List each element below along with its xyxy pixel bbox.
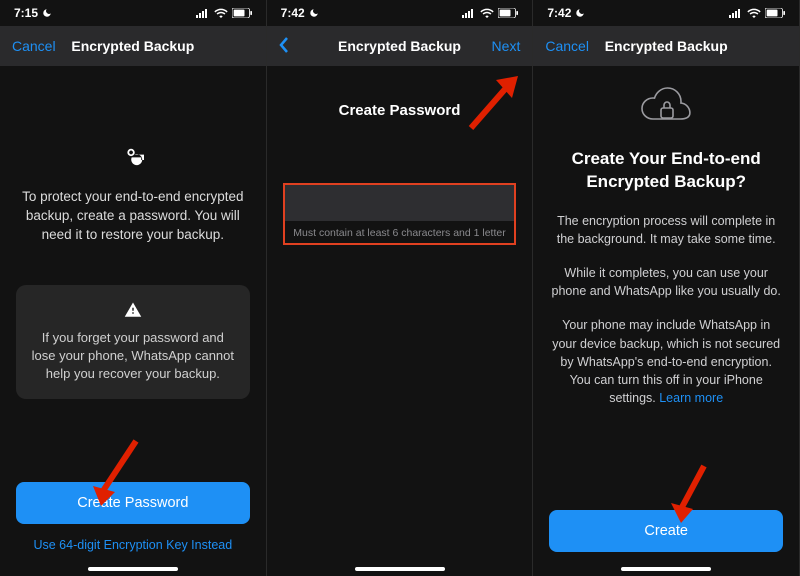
- nav-bar: Cancel Encrypted Backup: [0, 26, 266, 66]
- nav-title: Encrypted Backup: [71, 38, 194, 54]
- password-field-highlight: Must contain at least 6 characters and 1…: [283, 183, 517, 245]
- para-2: While it completes, you can use your pho…: [549, 264, 783, 300]
- screen-1: 7:15 Cancel Encrypted Backup To protect …: [0, 0, 267, 576]
- status-bar: 7:42: [533, 0, 799, 26]
- moon-icon: [42, 8, 52, 18]
- para-1: The encryption process will complete in …: [549, 212, 783, 248]
- nav-title: Encrypted Backup: [338, 38, 461, 54]
- nav-bar: Encrypted Backup Next: [267, 26, 533, 66]
- nav-bar: Cancel Encrypted Backup: [533, 26, 799, 66]
- cancel-button[interactable]: Cancel: [545, 38, 589, 54]
- home-indicator[interactable]: [355, 567, 445, 571]
- next-button[interactable]: Next: [476, 38, 520, 54]
- home-indicator[interactable]: [621, 567, 711, 571]
- back-button[interactable]: [279, 37, 323, 56]
- password-input[interactable]: [285, 185, 515, 221]
- page-heading: Create Your End-to-end Encrypted Backup?: [549, 148, 783, 194]
- key-icon: [16, 146, 250, 168]
- clock-time: 7:42: [281, 6, 305, 20]
- warning-text: If you forget your password and lose you…: [30, 329, 236, 384]
- moon-icon: [309, 8, 319, 18]
- clock-time: 7:15: [14, 6, 38, 20]
- status-bar: 7:42: [267, 0, 533, 26]
- screen-2: 7:42 Encrypted Backup Next Create Passwo…: [267, 0, 534, 576]
- home-indicator[interactable]: [88, 567, 178, 571]
- nav-title: Encrypted Backup: [605, 38, 728, 54]
- status-bar: 7:15: [0, 0, 266, 26]
- page-heading: Create Password: [283, 102, 517, 119]
- moon-icon: [575, 8, 585, 18]
- battery-icon: [765, 8, 785, 18]
- cancel-button[interactable]: Cancel: [12, 38, 56, 54]
- create-password-button[interactable]: Create Password: [16, 482, 250, 524]
- battery-icon: [498, 8, 518, 18]
- wifi-icon: [214, 8, 228, 18]
- signal-icon: [462, 8, 476, 18]
- clock-time: 7:42: [547, 6, 571, 20]
- signal-icon: [729, 8, 743, 18]
- wifi-icon: [480, 8, 494, 18]
- warning-icon: [30, 301, 236, 319]
- intro-text: To protect your end-to-end encrypted bac…: [16, 188, 250, 245]
- helper-text: Must contain at least 6 characters and 1…: [285, 221, 515, 243]
- learn-more-link[interactable]: Learn more: [659, 391, 723, 405]
- wifi-icon: [747, 8, 761, 18]
- use-key-link[interactable]: Use 64-digit Encryption Key Instead: [16, 538, 250, 552]
- create-button[interactable]: Create: [549, 510, 783, 552]
- battery-icon: [232, 8, 252, 18]
- warning-box: If you forget your password and lose you…: [16, 285, 250, 400]
- cloud-lock-icon: [549, 86, 783, 128]
- signal-icon: [196, 8, 210, 18]
- para-3: Your phone may include WhatsApp in your …: [549, 316, 783, 407]
- screen-3: 7:42 Cancel Encrypted Backup Create Your…: [533, 0, 800, 576]
- chevron-left-icon: [279, 37, 289, 56]
